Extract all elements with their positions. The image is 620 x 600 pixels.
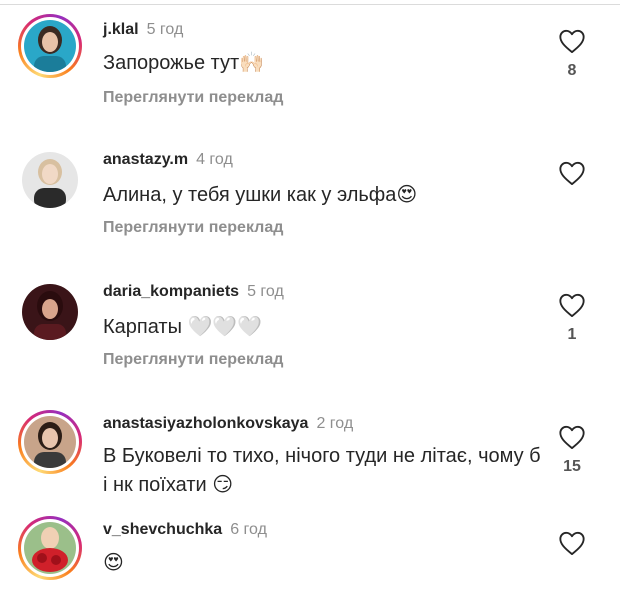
username[interactable]: daria_kompaniets bbox=[103, 283, 239, 300]
comment-meta: v_shevchuchka 6 год bbox=[103, 520, 267, 540]
avatar-story-ring[interactable] bbox=[18, 14, 82, 78]
heart-outline-icon bbox=[559, 531, 585, 556]
emoji: 😍 bbox=[396, 182, 418, 206]
like-count: 1 bbox=[567, 326, 577, 343]
like-button[interactable] bbox=[556, 160, 588, 194]
see-translation-link[interactable]: Переглянути переклад bbox=[103, 88, 283, 108]
top-divider bbox=[0, 4, 620, 5]
timestamp: 5 год bbox=[247, 283, 284, 300]
heart-outline-icon bbox=[559, 161, 585, 186]
heart-outline-icon bbox=[559, 29, 585, 54]
like-button[interactable]: 1 bbox=[556, 292, 588, 344]
heart-outline-icon bbox=[559, 293, 585, 318]
comment-meta: j.klal 5 год bbox=[103, 20, 183, 40]
comment-meta: anastasiyazholonkovskaya 2 год bbox=[103, 414, 353, 434]
avatar bbox=[24, 416, 76, 468]
username[interactable]: v_shevchuchka bbox=[103, 521, 222, 538]
avatar-story-ring[interactable] bbox=[18, 410, 82, 474]
avatar-frame[interactable] bbox=[18, 148, 82, 212]
avatar bbox=[24, 522, 76, 574]
like-button[interactable]: 15 bbox=[556, 424, 588, 476]
comment-text: 😍 bbox=[103, 548, 543, 577]
like-count: 8 bbox=[567, 62, 577, 79]
comment-meta: daria_kompaniets 5 год bbox=[103, 282, 284, 302]
username[interactable]: j.klal bbox=[103, 21, 139, 38]
avatar-frame[interactable] bbox=[18, 280, 82, 344]
avatar-story-ring[interactable] bbox=[18, 516, 82, 580]
heart-outline-icon bbox=[559, 425, 585, 450]
like-count: 15 bbox=[563, 458, 581, 475]
username[interactable]: anastasiyazholonkovskaya bbox=[103, 415, 308, 432]
like-button[interactable] bbox=[556, 530, 588, 564]
emoji: 😍 bbox=[103, 550, 124, 574]
comment-text: Алина, у тебя ушки как у эльфа😍 bbox=[103, 182, 418, 206]
comment-meta: anastazy.m 4 год bbox=[103, 150, 233, 170]
comment-text: Запорожье тут🙌🏻 bbox=[103, 50, 265, 74]
timestamp: 2 год bbox=[316, 415, 354, 432]
username[interactable]: anastazy.m bbox=[103, 151, 188, 168]
emoji: 😏 bbox=[212, 472, 234, 496]
avatar bbox=[24, 20, 76, 72]
emoji: 🙌🏻 bbox=[239, 50, 265, 74]
comment-text: В Буковелі то тихо, нічого туди не літає… bbox=[103, 445, 541, 496]
comment-text: Карпаты 🤍🤍🤍 bbox=[103, 314, 263, 338]
avatar bbox=[22, 284, 78, 340]
see-translation-link[interactable]: Переглянути переклад bbox=[103, 218, 283, 238]
timestamp: 6 год bbox=[230, 521, 267, 538]
see-translation-link[interactable]: Переглянути переклад bbox=[103, 350, 283, 370]
avatar bbox=[22, 152, 78, 208]
timestamp: 5 год bbox=[146, 21, 184, 38]
emoji: 🤍🤍🤍 bbox=[187, 314, 263, 338]
like-button[interactable]: 8 bbox=[556, 28, 588, 80]
timestamp: 4 год bbox=[196, 151, 233, 168]
